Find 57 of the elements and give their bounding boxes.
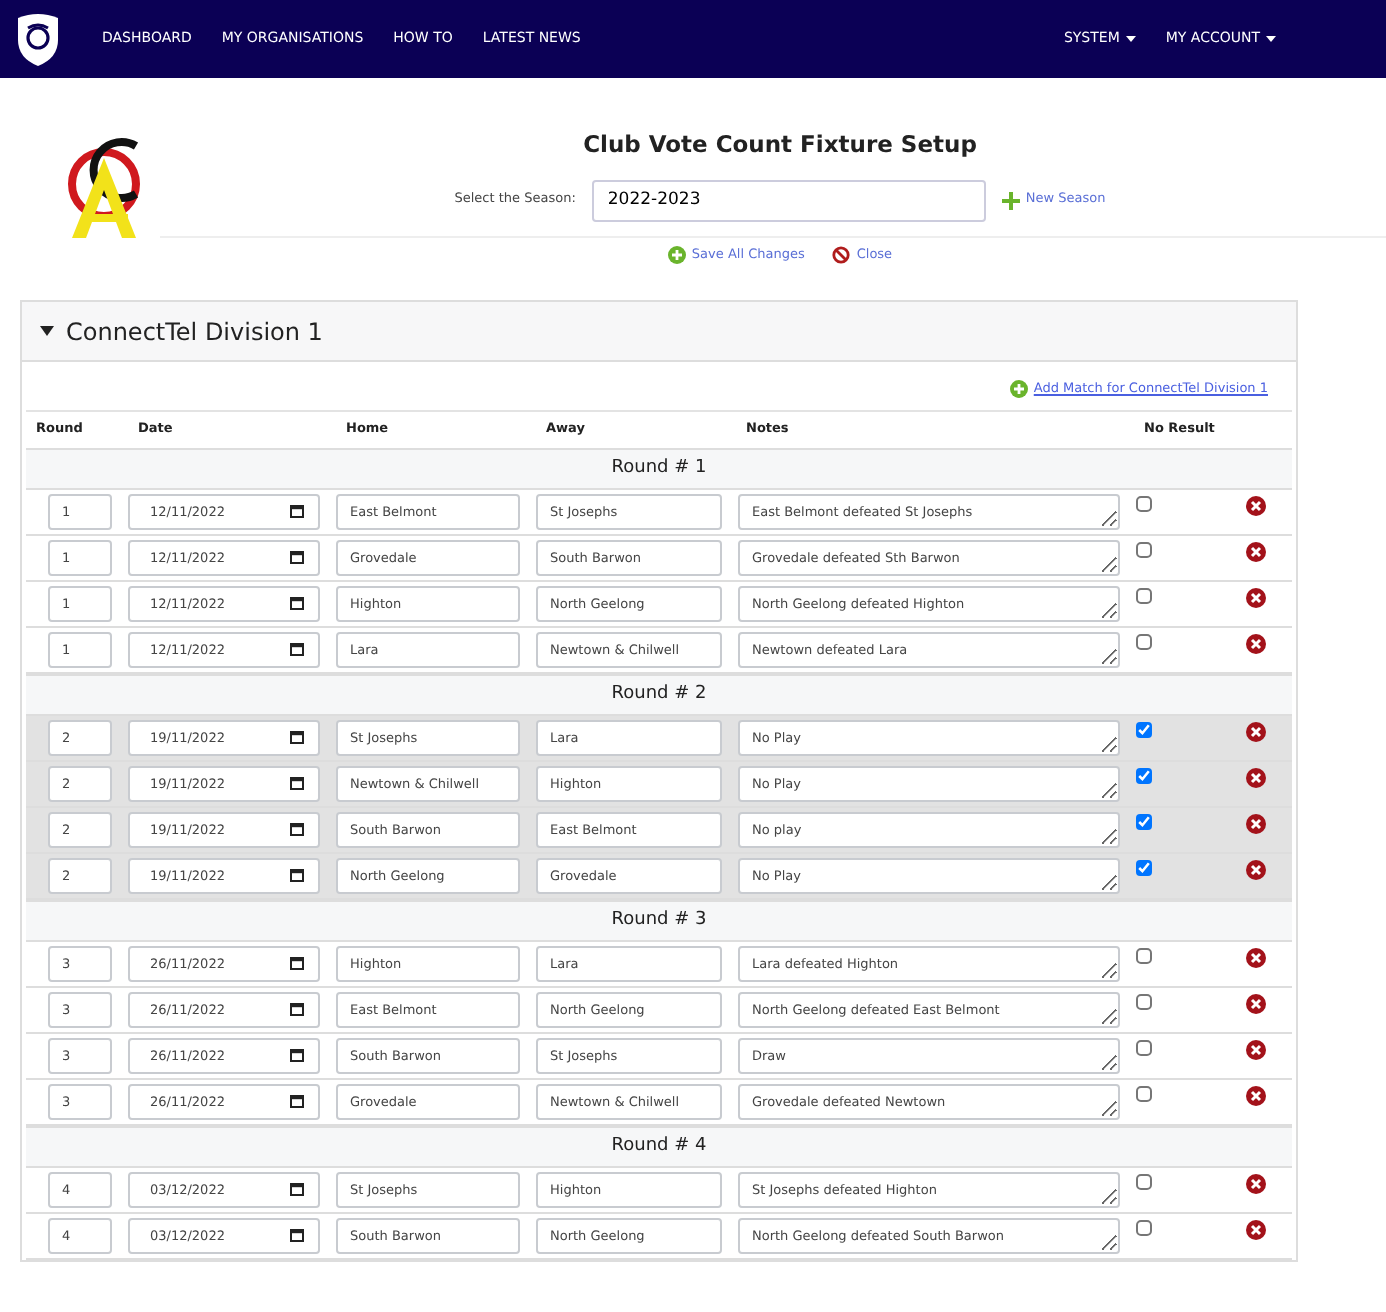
calendar-icon: [290, 1048, 304, 1063]
season-field[interactable]: 2022-2023: [591, 179, 986, 222]
no-result-checkbox[interactable]: [1136, 587, 1152, 604]
delete-icon[interactable]: [1246, 993, 1266, 1014]
calendar-icon: [290, 1094, 304, 1109]
delete-icon[interactable]: [1246, 721, 1266, 742]
no-result-checkbox[interactable]: [1136, 947, 1152, 964]
division-title: ConnectTel Division 1: [66, 315, 323, 349]
caret-icon: [1266, 36, 1276, 42]
no-result-checkbox[interactable]: [1136, 1085, 1152, 1102]
no-result-checkbox[interactable]: [1136, 721, 1152, 738]
no-result-checkbox[interactable]: [1136, 993, 1152, 1010]
delete-icon[interactable]: [1246, 947, 1266, 968]
delete-icon[interactable]: [1246, 587, 1266, 608]
calendar-icon: [290, 504, 304, 519]
delete-icon[interactable]: [1246, 633, 1266, 654]
no-result-checkbox[interactable]: [1136, 1219, 1152, 1236]
calendar-icon: [290, 956, 304, 971]
calendar-icon: [290, 868, 304, 883]
calendar-icon: [290, 730, 304, 745]
no-result-checkbox[interactable]: [1136, 1039, 1152, 1056]
delete-icon[interactable]: [1246, 495, 1266, 516]
shield-logo-icon[interactable]: [14, 11, 62, 67]
calendar-icon: [290, 550, 304, 565]
division-header[interactable]: ConnectTel Division 1: [22, 302, 1296, 362]
add-icon: [667, 246, 686, 265]
calendar-icon: [290, 642, 304, 657]
delete-icon[interactable]: [1246, 859, 1266, 880]
delete-icon[interactable]: [1246, 1219, 1266, 1240]
round-header: Round # 4: [26, 1125, 1292, 1168]
calendar-icon: [290, 1002, 304, 1017]
calendar-icon: [290, 1228, 304, 1243]
no-result-checkbox[interactable]: [1136, 495, 1152, 512]
round-header: Round # 2: [26, 673, 1292, 716]
round-header: Round # 1: [26, 447, 1292, 490]
delete-icon[interactable]: [1246, 1039, 1266, 1060]
round-header: Round # 3: [26, 899, 1292, 942]
calendar-icon: [290, 822, 304, 837]
delete-icon[interactable]: [1246, 813, 1266, 834]
no-result-checkbox[interactable]: [1136, 1173, 1152, 1190]
delete-icon[interactable]: [1246, 541, 1266, 562]
delete-icon[interactable]: [1246, 1085, 1266, 1106]
no-result-checkbox[interactable]: [1136, 859, 1152, 876]
no-result-checkbox[interactable]: [1136, 767, 1152, 784]
delete-icon[interactable]: [1246, 1173, 1266, 1194]
no-result-checkbox[interactable]: [1136, 633, 1152, 650]
delete-icon[interactable]: [1246, 767, 1266, 788]
calendar-icon: [290, 776, 304, 791]
cancel-icon: [832, 246, 851, 265]
plus-icon: [1001, 191, 1020, 210]
no-result-checkbox[interactable]: [1136, 813, 1152, 830]
caret-icon: [1125, 36, 1136, 42]
page-title: Club Vote Count Fixture Setup: [583, 132, 977, 160]
calendar-icon: [290, 596, 304, 611]
no-result-checkbox[interactable]: [1136, 541, 1152, 558]
add-icon: [1009, 380, 1028, 399]
calendar-icon: [290, 1182, 304, 1197]
